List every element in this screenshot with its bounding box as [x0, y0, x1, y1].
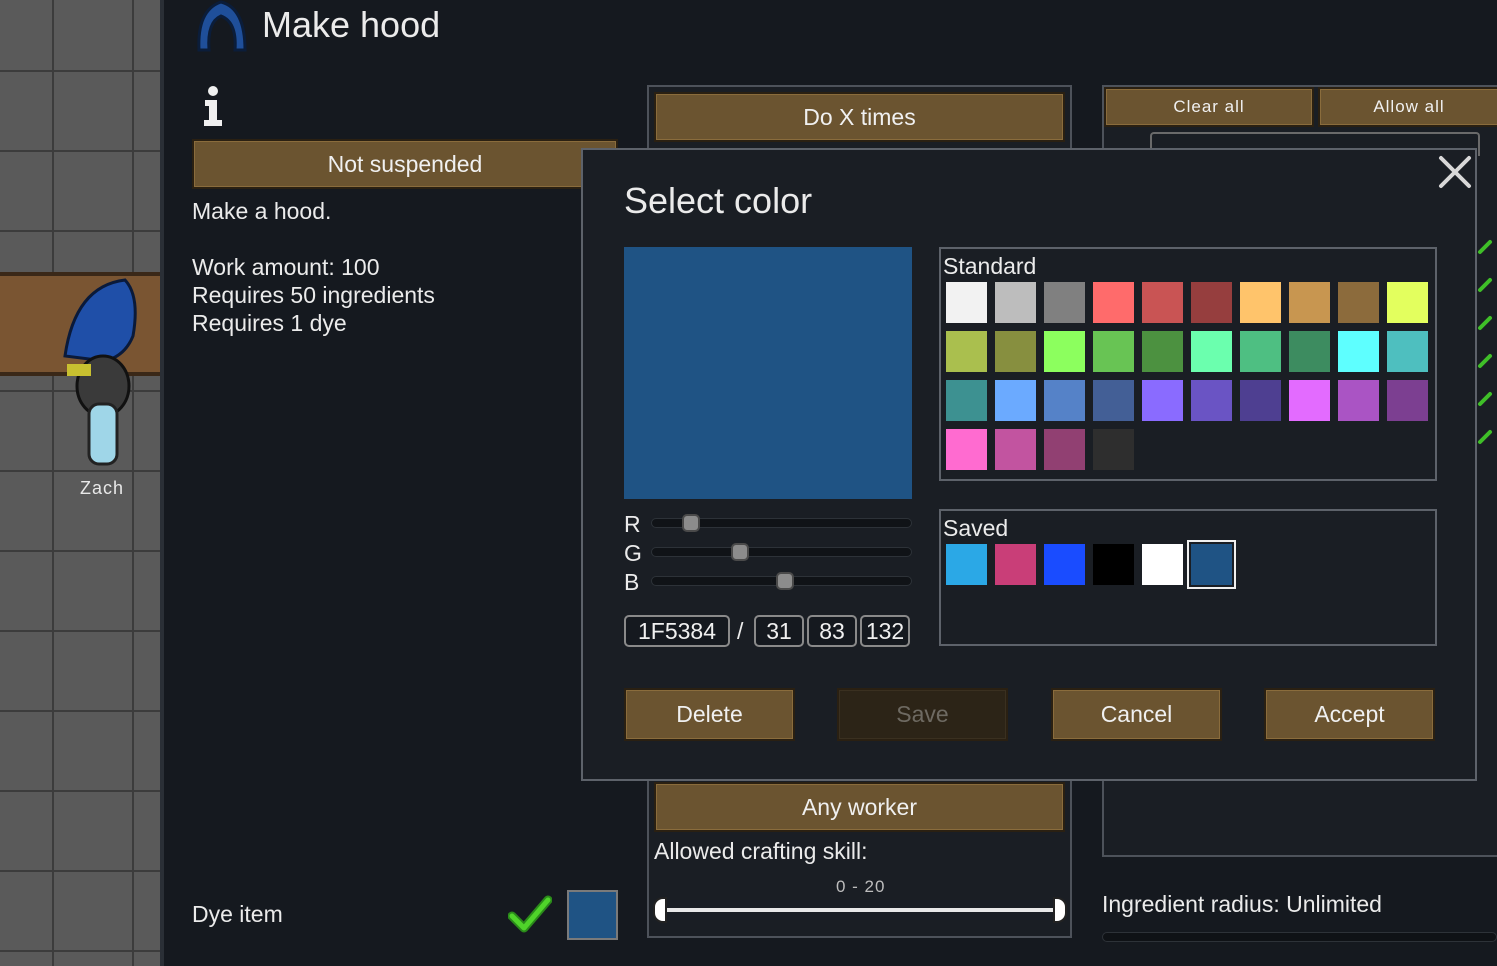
- skill-min-handle[interactable]: [653, 897, 667, 923]
- g-slider-handle[interactable]: [731, 543, 749, 561]
- g-label: G: [624, 540, 642, 566]
- saved-swatch-grid: [946, 540, 1428, 589]
- allow-all-button[interactable]: Allow all: [1318, 87, 1497, 127]
- standard-color-swatch[interactable]: [995, 380, 1036, 421]
- panel-divider: [160, 0, 164, 966]
- value-separator: /: [737, 618, 744, 644]
- standard-color-swatch[interactable]: [995, 331, 1036, 372]
- clear-all-button[interactable]: Clear all: [1104, 87, 1314, 127]
- ingredient-radius-label: Ingredient radius: Unlimited: [1102, 891, 1382, 917]
- standard-color-swatch[interactable]: [1093, 282, 1134, 323]
- saved-color-swatch[interactable]: [1142, 544, 1183, 585]
- r-slider-handle[interactable]: [682, 514, 700, 532]
- close-icon[interactable]: [1437, 154, 1473, 190]
- dye-item-label: Dye item: [192, 901, 283, 927]
- standard-color-swatch[interactable]: [1240, 331, 1281, 372]
- select-color-dialog: Select color R G B 1F5384 / 31 83 132 St…: [581, 148, 1477, 781]
- standard-color-swatch[interactable]: [1044, 380, 1085, 421]
- standard-color-swatch[interactable]: [1240, 282, 1281, 323]
- standard-color-swatch[interactable]: [1338, 331, 1379, 372]
- standard-color-swatch[interactable]: [1289, 282, 1330, 323]
- standard-color-swatch[interactable]: [1191, 331, 1232, 372]
- saved-colors-panel: Saved: [939, 509, 1437, 646]
- standard-color-swatch[interactable]: [1387, 282, 1428, 323]
- worker-select-button[interactable]: Any worker: [654, 782, 1065, 832]
- delete-button[interactable]: Delete: [624, 688, 795, 741]
- dye-color-swatch[interactable]: [567, 890, 618, 940]
- r-slider[interactable]: [651, 514, 912, 532]
- g-value-input[interactable]: 83: [807, 615, 857, 647]
- suspend-button[interactable]: Not suspended: [192, 139, 618, 189]
- standard-color-swatch[interactable]: [1387, 331, 1428, 372]
- standard-color-swatch[interactable]: [946, 429, 987, 470]
- skill-range-text: 0 - 20: [836, 877, 886, 896]
- ingredient-radius-slider[interactable]: [1102, 932, 1497, 942]
- skill-range-slider[interactable]: [653, 897, 1067, 923]
- info-line-work: Work amount: 100: [192, 254, 380, 280]
- g-slider[interactable]: [651, 543, 912, 561]
- standard-color-swatch[interactable]: [1289, 331, 1330, 372]
- standard-color-swatch[interactable]: [1191, 380, 1232, 421]
- standard-color-swatch[interactable]: [1142, 380, 1183, 421]
- checkmark-icon: [507, 895, 553, 933]
- standard-color-swatch[interactable]: [1142, 282, 1183, 323]
- accept-button[interactable]: Accept: [1264, 688, 1435, 741]
- standard-color-swatch[interactable]: [995, 282, 1036, 323]
- standard-color-swatch[interactable]: [1093, 331, 1134, 372]
- skill-label: Allowed crafting skill:: [654, 838, 868, 864]
- map-view[interactable]: Zach: [0, 0, 162, 966]
- dialog-title: Select color: [624, 180, 813, 221]
- dye-item-checkbox[interactable]: [507, 894, 553, 936]
- hex-input[interactable]: 1F5384: [624, 615, 730, 647]
- pawn-hood-icon: [63, 278, 137, 466]
- standard-color-swatch[interactable]: [1093, 429, 1134, 470]
- standard-swatch-grid: [946, 282, 1428, 470]
- saved-label: Saved: [943, 515, 1009, 541]
- skill-max-handle[interactable]: [1053, 897, 1067, 923]
- saved-color-swatch[interactable]: [995, 544, 1036, 585]
- standard-color-swatch[interactable]: [1338, 380, 1379, 421]
- standard-color-swatch[interactable]: [1387, 380, 1428, 421]
- recipe-description: Make a hood.: [192, 198, 332, 224]
- pawn-name[interactable]: Zach: [80, 478, 124, 499]
- pawn-portrait[interactable]: [55, 276, 150, 466]
- b-value-input[interactable]: 132: [860, 615, 910, 647]
- standard-color-swatch[interactable]: [946, 380, 987, 421]
- color-preview: [624, 247, 912, 499]
- standard-color-swatch[interactable]: [946, 282, 987, 323]
- standard-color-swatch[interactable]: [1093, 380, 1134, 421]
- saved-color-swatch[interactable]: [1044, 544, 1085, 585]
- standard-color-swatch[interactable]: [1142, 331, 1183, 372]
- standard-color-swatch[interactable]: [1338, 282, 1379, 323]
- standard-color-swatch[interactable]: [946, 331, 987, 372]
- r-value-input[interactable]: 31: [754, 615, 804, 647]
- page-title: Make hood: [262, 4, 441, 45]
- info-icon[interactable]: [200, 84, 226, 128]
- standard-color-swatch[interactable]: [995, 429, 1036, 470]
- repeat-mode-button[interactable]: Do X times: [654, 92, 1065, 142]
- b-slider[interactable]: [651, 572, 912, 590]
- standard-color-swatch[interactable]: [1240, 380, 1281, 421]
- standard-label: Standard: [943, 253, 1037, 279]
- cancel-button[interactable]: Cancel: [1051, 688, 1222, 741]
- save-button[interactable]: Save: [837, 688, 1008, 741]
- saved-color-swatch[interactable]: [1187, 540, 1236, 589]
- standard-colors-panel: Standard: [939, 247, 1437, 481]
- b-label: B: [624, 569, 640, 595]
- standard-color-swatch[interactable]: [1044, 282, 1085, 323]
- standard-color-swatch[interactable]: [1191, 282, 1232, 323]
- saved-color-swatch[interactable]: [946, 544, 987, 585]
- standard-color-swatch[interactable]: [1289, 380, 1330, 421]
- checkmark-column: [1476, 236, 1497, 456]
- standard-color-swatch[interactable]: [1044, 429, 1085, 470]
- info-line-dye: Requires 1 dye: [192, 310, 347, 336]
- b-slider-handle[interactable]: [776, 572, 794, 590]
- standard-color-swatch[interactable]: [1044, 331, 1085, 372]
- r-label: R: [624, 511, 641, 537]
- saved-color-swatch[interactable]: [1093, 544, 1134, 585]
- info-line-ingredients: Requires 50 ingredients: [192, 282, 435, 308]
- hood-icon: [193, 0, 251, 56]
